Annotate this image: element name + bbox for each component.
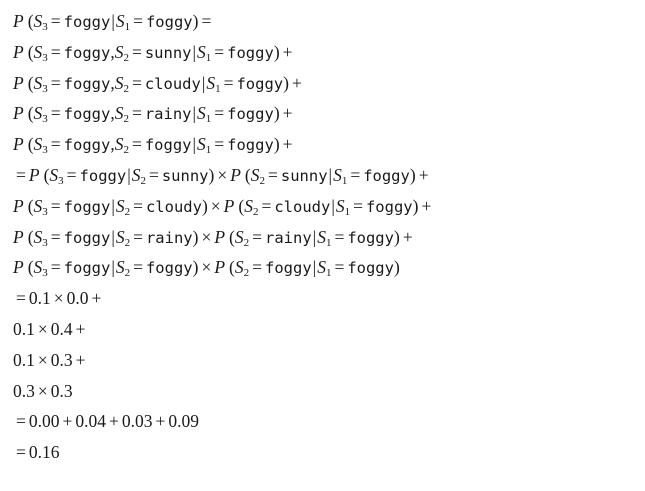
derivation-line-9: P (S3 = foggy|S2 = foggy) × P (S2 = foggy|S1 = foggy…	[13, 257, 400, 280]
derivation-line-12: 0.1 × 0.3 +	[13, 349, 86, 370]
derivation-line-2: P (S3 = foggy,S2 = sunny|S1 = foggy) +	[13, 41, 293, 64]
derivation-line-10: = 0.1 × 0.0 +	[16, 288, 102, 309]
derivation-line-4: P (S3 = foggy,S2 = rainy|S1 = foggy) +	[13, 103, 293, 126]
derivation-line-6: = P (S3 = foggy|S2 = sunny) × P (S2 = sunny|S1 = fogg…	[16, 165, 429, 187]
derivation-line-3: P (S3 = foggy,S2 = cloudy|S1 = foggy) +	[13, 72, 302, 95]
derivation-line-8: P (S3 = foggy|S2 = rainy) × P (S2 = rainy|S1 = foggy…	[13, 226, 413, 249]
derivation-line-11: 0.1 × 0.4 +	[13, 319, 86, 339]
derivation-line-15: = 0.16	[16, 442, 60, 463]
derivation-line-13: 0.3 × 0.3	[13, 380, 73, 401]
math-derivation: P (S3 = foggy|S1 = foggy) = P (S3 = foggy,S2 = sunny…	[0, 0, 645, 491]
derivation-line-5: P (S3 = foggy,S2 = foggy|S1 = foggy) +	[13, 134, 293, 157]
derivation-line-7: P (S3 = foggy|S2 = cloudy) × P (S2 = cloudy|S1 = fog…	[13, 195, 432, 218]
derivation-line-1: P (S3 = foggy|S1 = foggy) =	[13, 11, 212, 33]
derivation-line-14: = 0.00 +0.04 +0.03 +0.09	[16, 411, 199, 432]
